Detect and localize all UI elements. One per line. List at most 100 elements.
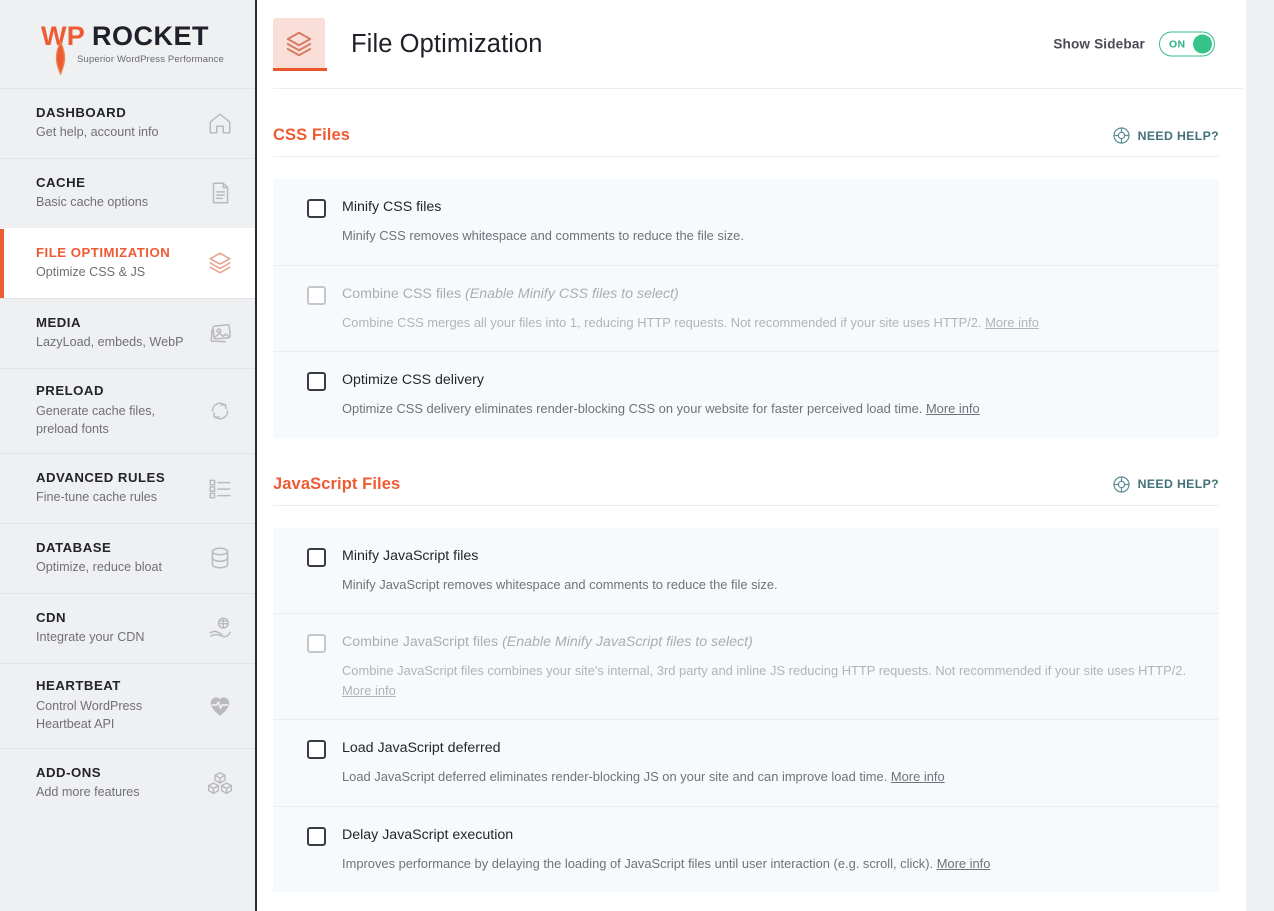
sidebar-item-add-ons[interactable]: ADD-ONS Add more features: [0, 748, 255, 818]
sidebar-item-label: DATABASE: [36, 539, 112, 555]
toggle-state-label: ON: [1169, 38, 1186, 50]
sidebar-item-sublabel: Basic cache options: [36, 195, 149, 210]
sidebar-item-sublabel: Get help, account info: [36, 125, 159, 140]
option-body: Combine JavaScript files (Enable Minify …: [342, 633, 1189, 700]
option-description-text: Optimize CSS delivery eliminates render-…: [342, 401, 923, 417]
sidebar-item-text: FILE OPTIMIZATION Optimize CSS & JS: [36, 245, 207, 282]
options-card: Minify JavaScript files Minify JavaScript…: [273, 527, 1219, 893]
sidebar-item-media[interactable]: MEDIA LazyLoad, embeds, WebP: [0, 298, 255, 368]
section-title: CSS Files: [273, 126, 351, 144]
active-tab-underline: [273, 68, 327, 71]
checkbox: [307, 634, 326, 654]
database-icon: [207, 545, 233, 571]
option-label-hint: (Enable Minify CSS files to select): [465, 285, 679, 302]
sidebar-item-cdn[interactable]: CDN Integrate your CDN: [0, 593, 255, 663]
blocks-icon: [207, 770, 233, 796]
main-content: File Optimization Show Sidebar ON CSS Fi…: [257, 0, 1274, 911]
sidebar-item-text: ADVANCED RULES Fine-tune cache rules: [36, 470, 207, 507]
sidebar-item-file-optimization[interactable]: FILE OPTIMIZATION Optimize CSS & JS: [0, 228, 255, 298]
sidebar-item-label: MEDIA: [36, 314, 81, 330]
more-info-link[interactable]: More info: [926, 401, 980, 416]
option-description-text: Minify JavaScript removes whitespace and…: [342, 576, 778, 592]
option-label: Delay JavaScript execution: [342, 826, 990, 845]
option-description: Improves performance by delaying the loa…: [342, 854, 990, 873]
need-help-link[interactable]: NEED HELP?: [1112, 126, 1219, 145]
option-description: Optimize CSS delivery eliminates render-…: [342, 399, 980, 418]
sidebar-item-sublabel: Generate cache files, preload fonts: [36, 403, 156, 436]
option-delay-javascript-execution[interactable]: Delay JavaScript execution Improves perfo…: [273, 807, 1219, 893]
sidebar-item-sublabel: Optimize, reduce bloat: [36, 560, 162, 575]
lifebuoy-icon: [1112, 126, 1131, 145]
sidebar: WP ROCKET Superior WordPress Performance…: [0, 0, 257, 911]
option-label: Combine JavaScript files (Enable Minify …: [342, 633, 1189, 652]
sidebar-item-advanced-rules[interactable]: ADVANCED RULES Fine-tune cache rules: [0, 453, 255, 523]
option-body: Minify CSS files Minify CSS removes white…: [342, 198, 744, 246]
sidebar-item-database[interactable]: DATABASE Optimize, reduce bloat: [0, 523, 255, 593]
rocket-flame-icon: [55, 40, 66, 76]
checkbox[interactable]: [307, 547, 326, 567]
option-minify-javascript-files[interactable]: Minify JavaScript files Minify JavaScript…: [273, 528, 1219, 615]
option-description: Combine JavaScript files combines your s…: [342, 661, 1189, 700]
sidebar-item-label: HEARTBEAT: [36, 678, 121, 693]
cloud-hand-icon: [207, 615, 233, 641]
option-row: Combine CSS files (Enable Minify CSS fil…: [307, 285, 1189, 333]
sidebar-item-sublabel: LazyLoad, embeds, WebP: [36, 335, 184, 350]
show-sidebar-label: Show Sidebar: [1053, 36, 1145, 52]
option-body: Combine CSS files (Enable Minify CSS fil…: [342, 285, 1039, 333]
more-info-link[interactable]: More info: [937, 856, 991, 871]
checkbox[interactable]: [307, 826, 326, 846]
sidebar-item-cache[interactable]: CACHE Basic cache options: [0, 158, 255, 228]
list-checkbox-icon: [207, 475, 233, 501]
section-header: CSS Files NEED HELP?: [273, 126, 1219, 157]
section-title: JavaScript Files: [273, 474, 401, 493]
logo-tagline: Superior WordPress Performance: [77, 54, 224, 65]
option-label: Minify JavaScript files: [342, 547, 778, 566]
sidebar-item-text: DATABASE Optimize, reduce bloat: [36, 540, 207, 577]
option-combine-javascript-files[interactable]: Combine JavaScript files (Enable Minify …: [273, 614, 1219, 721]
option-label-text: Combine JavaScript files: [342, 634, 499, 651]
sidebar-item-sublabel: Integrate your CDN: [36, 630, 145, 645]
more-info-link[interactable]: More info: [891, 769, 945, 784]
document-icon: [207, 180, 233, 206]
sidebar-item-label: DASHBOARD: [36, 104, 127, 120]
page-header: File Optimization Show Sidebar ON: [273, 0, 1243, 89]
option-load-javascript-deferred[interactable]: Load JavaScript deferred Load JavaScript …: [273, 720, 1219, 807]
option-label-text: Optimize CSS delivery: [342, 372, 484, 389]
checkbox[interactable]: [307, 199, 326, 218]
option-body: Delay JavaScript execution Improves perfo…: [342, 826, 990, 874]
option-description-text: Combine JavaScript files combines your s…: [342, 663, 1187, 679]
photos-icon: [207, 320, 233, 346]
logo-rocket-text: ROCKET: [91, 21, 209, 51]
option-combine-css-files[interactable]: Combine CSS files (Enable Minify CSS fil…: [273, 266, 1219, 353]
brand-logo[interactable]: WP ROCKET Superior WordPress Performance: [0, 0, 255, 88]
checkbox[interactable]: [307, 740, 326, 760]
right-gutter: [1246, 0, 1274, 911]
lifebuoy-icon: [1112, 475, 1131, 494]
option-label-text: Minify CSS files: [342, 199, 442, 215]
option-description-text: Combine CSS merges all your files into 1…: [342, 314, 982, 330]
home-icon: [207, 110, 233, 136]
toggle-knob: [1193, 34, 1212, 54]
option-optimize-css-delivery[interactable]: Optimize CSS delivery Optimize CSS delive…: [273, 352, 1219, 438]
need-help-link[interactable]: NEED HELP?: [1112, 475, 1219, 494]
option-row: Combine JavaScript files (Enable Minify …: [307, 633, 1189, 700]
sidebar-item-text: CDN Integrate your CDN: [36, 610, 207, 647]
page-title: File Optimization: [351, 29, 543, 58]
option-label-hint: (Enable Minify JavaScript files to selec…: [502, 634, 753, 651]
option-minify-css-files[interactable]: Minify CSS files Minify CSS removes white…: [273, 179, 1219, 266]
more-info-link[interactable]: More info: [342, 683, 396, 698]
sidebar-item-dashboard[interactable]: DASHBOARD Get help, account info: [0, 88, 255, 158]
section-javascript-files: JavaScript Files NEED HELP? Minify JavaScr…: [273, 474, 1243, 893]
more-info-link[interactable]: More info: [985, 315, 1039, 330]
settings-sections: CSS Files NEED HELP? Minify CSS files Minif…: [273, 126, 1243, 893]
sidebar-item-text: DASHBOARD Get help, account info: [36, 105, 207, 142]
sidebar-item-heartbeat[interactable]: HEARTBEAT Control WordPress Heartbeat API: [0, 663, 255, 748]
sidebar-item-preload[interactable]: PRELOAD Generate cache files, preload fon…: [0, 368, 255, 453]
checkbox[interactable]: [307, 372, 326, 392]
option-body: Minify JavaScript files Minify JavaScript…: [342, 547, 778, 595]
sidebar-item-label: ADD-ONS: [36, 764, 102, 780]
show-sidebar-toggle[interactable]: ON: [1159, 31, 1215, 57]
option-description-text: Load JavaScript deferred eliminates rend…: [342, 769, 888, 785]
sidebar-item-label: CDN: [36, 609, 67, 625]
layers-icon: [207, 250, 233, 276]
